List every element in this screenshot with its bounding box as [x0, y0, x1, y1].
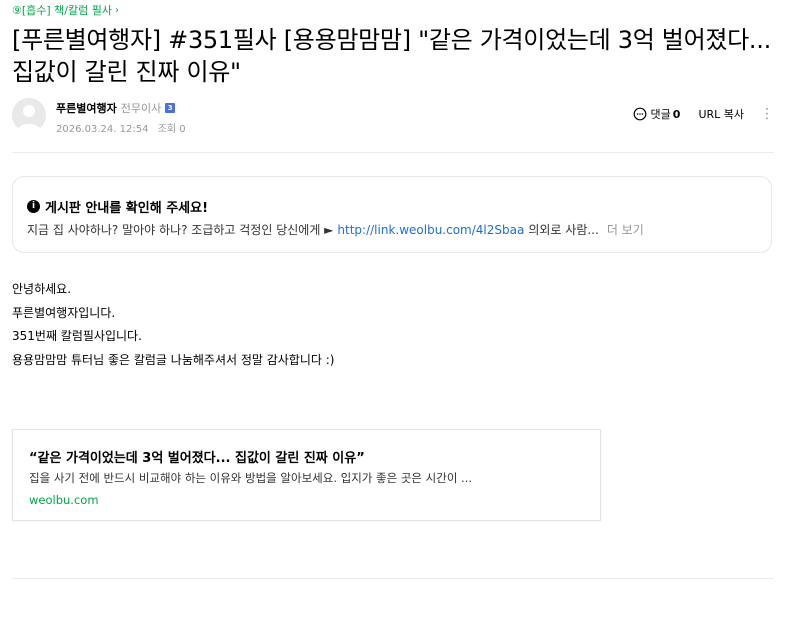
user-silhouette-icon	[12, 98, 46, 132]
link-card-domain: weolbu.com	[29, 493, 99, 507]
more-options-icon[interactable]: ⋮	[760, 107, 774, 121]
url-copy-button[interactable]: URL 복사	[698, 106, 744, 122]
comment-button[interactable]: 댓글 0	[633, 106, 681, 122]
view-count: 조회 0	[157, 124, 186, 135]
notice-title-text: 게시판 안내를 확인해 주세요!	[45, 201, 209, 216]
author-row: 푸른별여행자 전무이사 3 2026.03.24. 12:54 조회 0 댓글 …	[12, 98, 774, 138]
post-date: 2026.03.24. 12:54	[56, 124, 149, 135]
post-meta: 2026.03.24. 12:54 조회 0	[56, 120, 186, 135]
header-divider	[12, 152, 774, 153]
board-notice: i 게시판 안내를 확인해 주세요! 지금 집 사야하나? 말아야 하나? 조급…	[12, 176, 772, 253]
post-title: [푸른별여행자] #351필사 [용용맘맘맘] "같은 가격이었는데 3억 벌어…	[12, 26, 771, 86]
link-card-description: 집을 사기 전에 반드시 비교해야 하는 이유와 방법을 알아보세요. 입지가 …	[29, 471, 473, 485]
notice-title: i 게시판 안내를 확인해 주세요!	[27, 197, 208, 216]
comment-count: 0	[672, 107, 681, 121]
post-tools: 댓글 0 URL 복사 ⋮	[633, 106, 774, 122]
body-line: 용용맘맘맘 튜터님 좋은 칼럼글 나눔해주셔서 정말 감사합니다 :)	[12, 352, 335, 367]
body-line: 푸른별여행자입니다.	[12, 305, 116, 320]
author-info: 푸른별여행자 전무이사 3	[56, 100, 176, 116]
comment-label: 댓글	[650, 108, 671, 121]
link-card-title: “같은 가격이었는데 3억 벌어졌다... 집값이 갈린 진짜 이유”	[29, 451, 365, 466]
avatar[interactable]	[12, 98, 46, 132]
notice-link[interactable]: http://link.weolbu.com/4l2Sbaa	[337, 223, 524, 237]
board-breadcrumb[interactable]: ⑨[흡수] 책/칼럼 필사 ›	[12, 2, 119, 18]
breadcrumb-label: ⑨[흡수] 책/칼럼 필사	[12, 4, 112, 17]
rank-badge-icon: 3	[165, 103, 176, 113]
body-line: 안녕하세요.	[12, 282, 72, 296]
notice-body: 지금 집 사야하나? 말아야 하나? 조급하고 걱정인 당신에게 ► http:…	[27, 221, 757, 238]
notice-more-button[interactable]: 더 보기	[607, 221, 644, 238]
link-preview-card[interactable]: “같은 가격이었는데 3억 벌어졌다... 집값이 갈린 진짜 이유” 집을 사…	[12, 429, 601, 521]
body-line: 351번째 칼럼필사입니다.	[12, 329, 142, 343]
notice-body-suffix: 의외로 사람...	[528, 223, 599, 237]
author-name[interactable]: 푸른별여행자	[56, 100, 117, 116]
article-page: ⑨[흡수] 책/칼럼 필사 › [푸른별여행자] #351필사 [용용맘맘맘] …	[0, 0, 786, 638]
author-rank: 전무이사	[120, 102, 162, 115]
content-divider	[12, 578, 774, 579]
notice-body-prefix: 지금 집 사야하나? 말아야 하나? 조급하고 걱정인 당신에게 ►	[27, 223, 334, 237]
comment-icon	[633, 107, 646, 121]
post-body: 안녕하세요. 푸른별여행자입니다. 351번째 칼럼필사입니다. 용용맘맘맘 튜…	[12, 278, 334, 372]
chevron-right-icon: ›	[114, 4, 119, 16]
info-icon: i	[27, 200, 40, 213]
